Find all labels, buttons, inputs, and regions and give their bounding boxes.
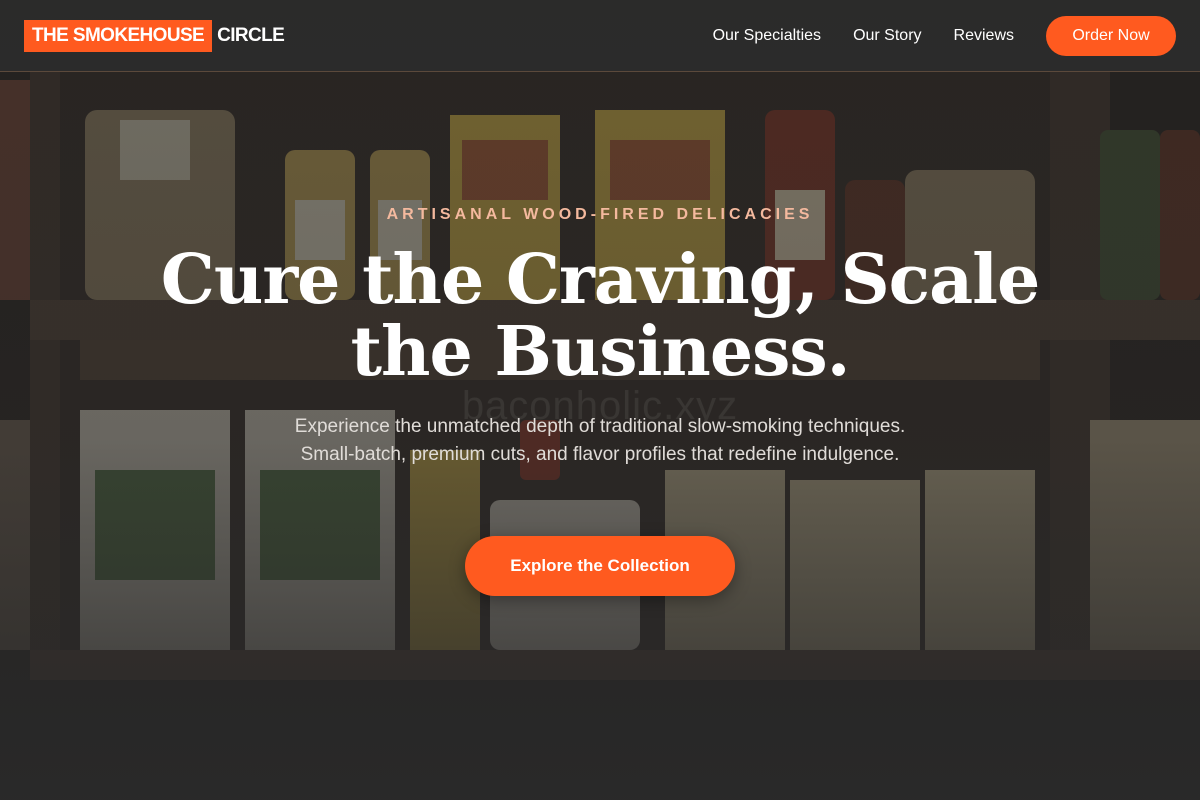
- navbar: THE SMOKEHOUSE CIRCLE Our Specialties Ou…: [0, 0, 1200, 72]
- hero-eyebrow: ARTISANAL WOOD-FIRED DELICACIES: [386, 206, 814, 223]
- nav-link-our-story[interactable]: Our Story: [853, 27, 921, 45]
- nav-link-our-specialties[interactable]: Our Specialties: [713, 27, 822, 45]
- order-now-button[interactable]: Order Now: [1046, 15, 1176, 56]
- logo-highlight: THE SMOKEHOUSE: [24, 19, 213, 52]
- hero-section: baconholic.xyz ARTISANAL WOOD-FIRED DELI…: [0, 0, 1200, 800]
- hero-subtext: Experience the unmatched depth of tradit…: [294, 416, 906, 465]
- brand-logo[interactable]: THE SMOKEHOUSE CIRCLE: [24, 19, 285, 52]
- hero-headline: Cure the Craving, Scale the Business.: [160, 240, 1040, 392]
- explore-collection-button[interactable]: Explore the Collection: [465, 536, 735, 596]
- main-nav: Our Specialties Our Story Reviews Order …: [713, 15, 1176, 56]
- logo-text: CIRCLE: [217, 24, 285, 46]
- nav-link-reviews[interactable]: Reviews: [954, 27, 1014, 45]
